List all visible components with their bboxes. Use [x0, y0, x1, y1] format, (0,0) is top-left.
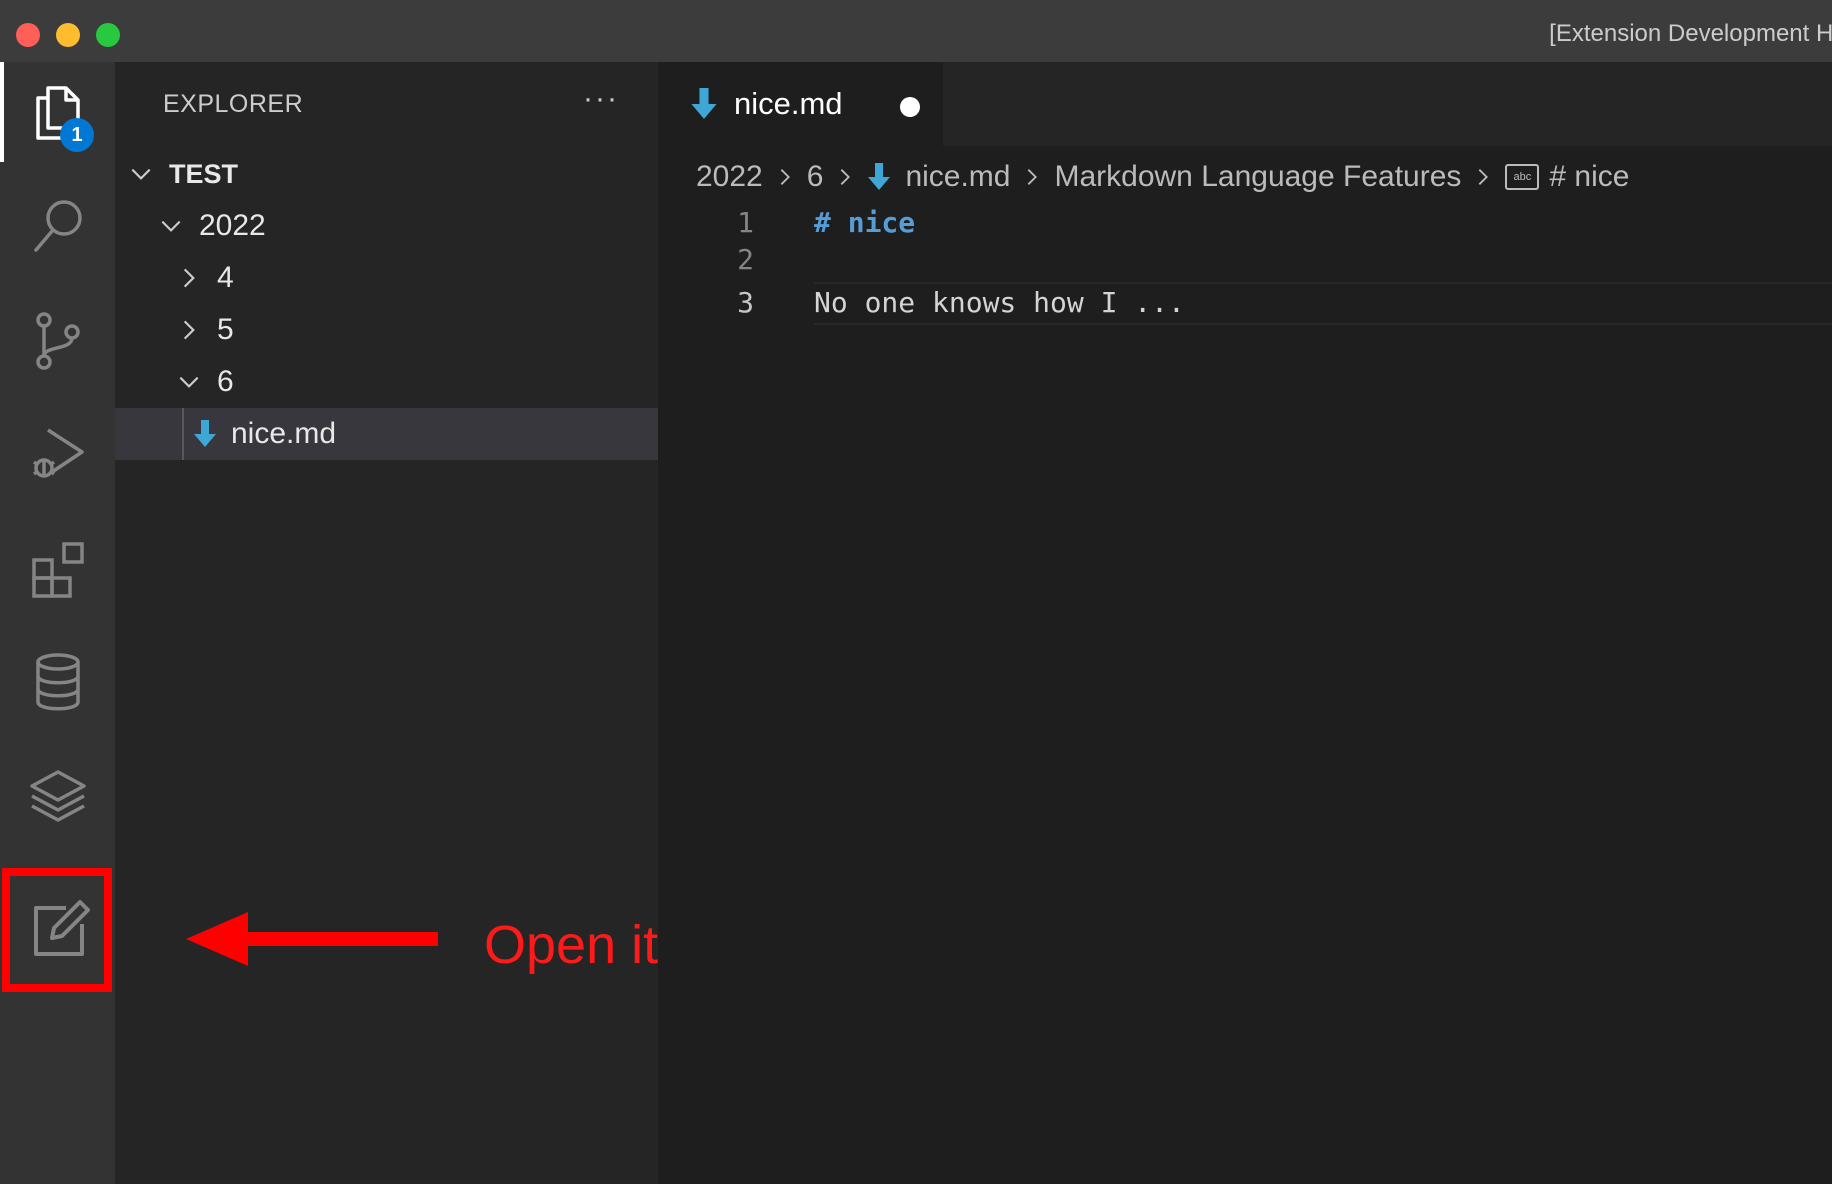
annotation-text: Open it	[484, 915, 659, 975]
explorer-title: EXPLORER	[163, 90, 304, 118]
breadcrumb-item-language-features[interactable]: Markdown Language Features	[1054, 160, 1461, 194]
activity-layers[interactable]	[0, 746, 115, 846]
layers-icon	[29, 770, 86, 822]
line-number: 2	[737, 243, 754, 276]
activity-bar: 1	[0, 62, 115, 1184]
activity-explorer[interactable]: 1	[0, 62, 115, 162]
tree-folder-label: 6	[217, 365, 234, 398]
annotation-arrow-icon	[186, 912, 438, 966]
indent-guide	[182, 408, 184, 460]
chevron-down-icon	[173, 366, 205, 398]
search-icon	[33, 200, 82, 252]
markdown-file-icon	[691, 88, 717, 119]
tree-folder-6[interactable]: 6	[115, 356, 658, 408]
breadcrumb-item-2022[interactable]: 2022	[696, 160, 763, 194]
breadcrumb-item-file[interactable]: nice.md	[905, 160, 1010, 194]
activity-source-control[interactable]	[0, 290, 115, 390]
tab-nice-md[interactable]: nice.md	[658, 62, 943, 146]
explorer-sidebar: EXPLORER ··· TEST 2022 4 5 6 nice.md	[115, 62, 658, 1184]
tree-folder-label: 4	[217, 261, 234, 294]
annotation-highlight-box	[2, 868, 112, 992]
activity-database[interactable]	[0, 632, 115, 732]
chevron-right-icon	[1018, 163, 1046, 191]
chevron-right-icon	[771, 163, 799, 191]
breadcrumb: 2022 6 nice.md Markdown Language Feature…	[696, 152, 1629, 202]
tab-label: nice.md	[734, 86, 843, 121]
tree-file-nice-md[interactable]: nice.md	[115, 408, 658, 460]
tree-root-test[interactable]: TEST	[115, 148, 658, 200]
line-text: # nice	[814, 206, 916, 239]
minimize-window-button[interactable]	[56, 23, 80, 47]
markdown-file-icon	[868, 163, 891, 190]
zoom-window-button[interactable]	[96, 23, 120, 47]
line-number: 3	[737, 286, 754, 319]
activity-search[interactable]	[0, 176, 115, 276]
tree-folder-label: 2022	[199, 209, 266, 242]
chevron-right-icon	[1469, 163, 1497, 191]
tree-folder-2022[interactable]: 2022	[115, 200, 658, 252]
line-text: No one knows how I ...	[814, 286, 1185, 319]
tree-file-label: nice.md	[231, 417, 337, 450]
extensions-icon	[31, 542, 84, 598]
unsaved-dot-icon[interactable]	[900, 97, 920, 117]
tab-bar: nice.md	[658, 62, 1832, 146]
database-icon	[35, 653, 80, 711]
explorer-badge: 1	[60, 118, 94, 152]
line-number: 1	[737, 206, 754, 239]
breadcrumb-item-6[interactable]: 6	[807, 160, 824, 194]
markdown-file-icon	[194, 420, 216, 447]
source-control-icon	[35, 312, 80, 370]
title-bar: [Extension Development Host]	[0, 0, 1832, 62]
tree-folder-5[interactable]: 5	[115, 304, 658, 356]
chevron-right-icon	[173, 262, 205, 294]
chevron-down-icon	[125, 158, 157, 190]
string-symbol-icon: abc	[1505, 164, 1540, 190]
editor-area: nice.md 2022 6 nice.md Markdown Language…	[658, 62, 1832, 1184]
window-title: [Extension Development Host]	[1549, 20, 1832, 47]
chevron-down-icon	[155, 210, 187, 242]
code-line: 3 No one knows how I ...	[658, 282, 1832, 325]
explorer-more-actions-button[interactable]: ···	[583, 82, 619, 116]
chevron-right-icon	[831, 163, 859, 191]
close-window-button[interactable]	[16, 23, 40, 47]
chevron-right-icon	[173, 314, 205, 346]
breadcrumb-item-symbol[interactable]: # nice	[1549, 160, 1629, 194]
tree-root-label: TEST	[169, 158, 239, 189]
tree-folder-4[interactable]: 4	[115, 252, 658, 304]
activity-extensions[interactable]	[0, 518, 115, 618]
run-debug-icon	[32, 428, 84, 478]
code-line: 2	[658, 239, 1832, 282]
tree-folder-label: 5	[217, 313, 234, 346]
activity-run-debug[interactable]	[0, 404, 115, 504]
